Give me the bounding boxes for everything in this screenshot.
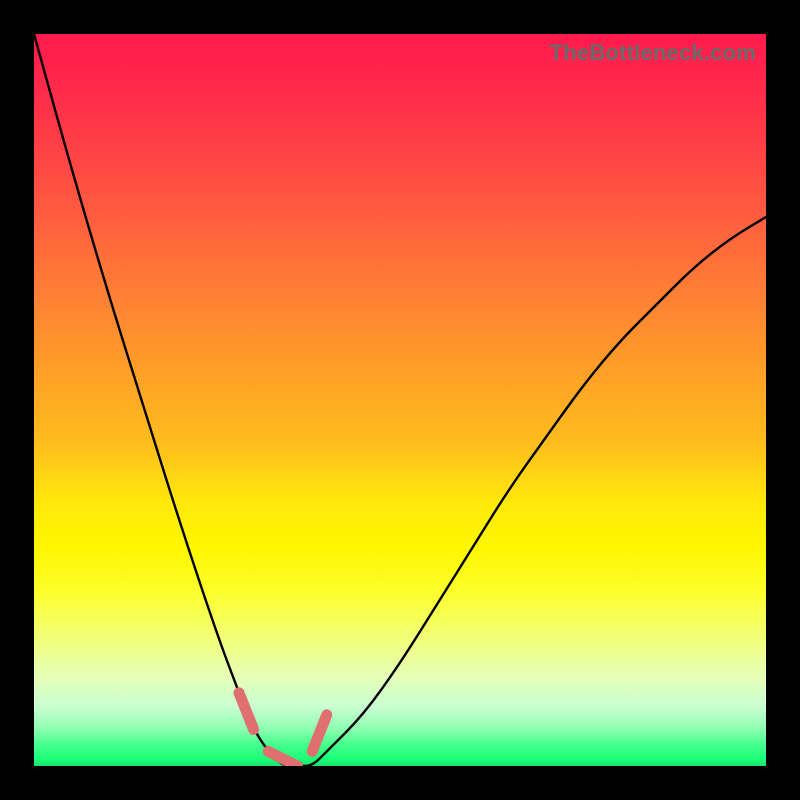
bottleneck-curve-path — [34, 34, 766, 766]
curve-svg — [34, 34, 766, 766]
markers-left — [239, 693, 254, 730]
plot-area: TheBottleneck.com — [34, 34, 766, 766]
markers-right — [312, 715, 327, 752]
chart-frame: TheBottleneck.com — [0, 0, 800, 800]
markers-bottom — [268, 751, 297, 766]
